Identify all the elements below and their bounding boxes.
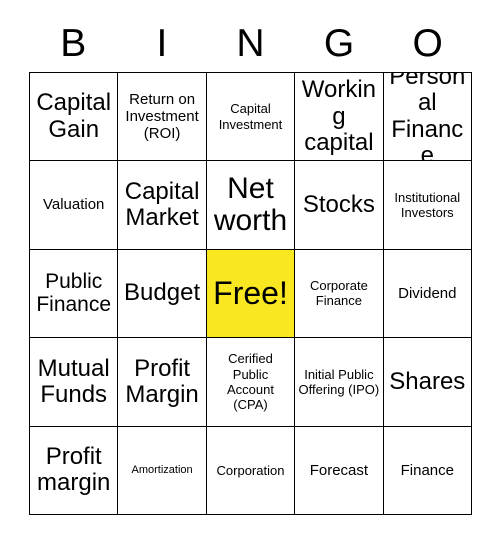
bingo-cell[interactable]: Capital Market — [118, 161, 207, 250]
bingo-cell-label: Stocks — [302, 190, 375, 218]
bingo-header-letter-b: B — [60, 21, 87, 65]
bingo-cell-label: Budget — [124, 279, 201, 307]
bingo-cell[interactable]: Finance — [383, 426, 472, 515]
bingo-cell-label: Working capital — [301, 76, 377, 156]
bingo-card: B I N G O Capital Gain Return on Investme… — [0, 0, 500, 544]
bingo-cell-label: Finance — [400, 461, 454, 479]
bingo-cell-label: Return on Investment (ROI) — [125, 90, 199, 143]
bingo-cell[interactable]: Profit margin — [30, 426, 119, 515]
bingo-header: B I N G O — [29, 14, 472, 72]
bingo-cell[interactable]: Public Finance — [30, 249, 119, 339]
bingo-cell-label: Shares — [389, 367, 466, 395]
bingo-cell[interactable]: Return on Investment (ROI) — [118, 73, 207, 162]
bingo-cell-label: Dividend — [398, 284, 457, 302]
bingo-cell-label: Free! — [213, 275, 288, 312]
bingo-cell[interactable]: Profit Margin — [118, 338, 207, 427]
bingo-cell-label: Profit Margin — [125, 354, 199, 408]
bingo-cell[interactable]: Mutual Funds — [30, 338, 119, 427]
bingo-cell-label: Public Finance — [36, 269, 112, 317]
bingo-cell-label: Corporation — [216, 462, 285, 478]
bingo-cell[interactable]: Stocks — [295, 161, 384, 250]
bingo-header-letter-g: G — [323, 21, 355, 65]
bingo-cell[interactable]: Personal Finance — [383, 73, 472, 162]
bingo-cell[interactable]: Budget — [118, 249, 207, 339]
bingo-cell-label: Capital Market — [124, 177, 200, 232]
bingo-cell[interactable]: Working capital — [295, 73, 384, 162]
bingo-cell[interactable]: Net worth — [206, 161, 296, 250]
bingo-cell[interactable]: Amortization — [118, 426, 207, 515]
bingo-cell[interactable]: Forecast — [295, 426, 384, 515]
bingo-cell-label: Capital Investment — [218, 101, 283, 132]
bingo-cell[interactable]: Corporate Finance — [295, 249, 384, 339]
bingo-cell[interactable]: Shares — [383, 338, 472, 427]
bingo-cell-free-space[interactable]: Free! — [206, 249, 296, 339]
bingo-cell[interactable]: Capital Investment — [206, 73, 296, 162]
bingo-cell-label: Cerified Public Account (CPA) — [227, 351, 274, 413]
bingo-header-letter-o: O — [412, 21, 443, 65]
bingo-cell[interactable]: Dividend — [383, 249, 472, 339]
bingo-cell-label: Institutional Investors — [394, 189, 461, 221]
bingo-cell[interactable]: Cerified Public Account (CPA) — [206, 338, 296, 427]
bingo-cell[interactable]: Institutional Investors — [383, 161, 472, 250]
bingo-cell-label: Corporate Finance — [309, 278, 368, 309]
bingo-cell[interactable]: Corporation — [206, 426, 296, 515]
bingo-cell-label: Mutual Funds — [37, 354, 110, 408]
bingo-cell-label: Amortization — [131, 463, 193, 476]
bingo-cell-label: Valuation — [42, 196, 105, 214]
bingo-grid: Capital Gain Return on Investment (ROI) Ca… — [29, 72, 472, 515]
bingo-cell-label: Profit margin — [37, 442, 111, 497]
bingo-cell[interactable]: Initial Public Offering (IPO) — [295, 338, 384, 427]
bingo-header-letter-i: I — [156, 21, 168, 65]
bingo-cell-label: Forecast — [309, 461, 369, 479]
bingo-cell-label: Capital Gain — [36, 89, 112, 143]
bingo-cell[interactable]: Capital Gain — [30, 73, 119, 162]
bingo-header-letter-n: N — [236, 21, 265, 65]
bingo-cell[interactable]: Valuation — [30, 161, 119, 250]
bingo-cell-label: Initial Public Offering (IPO) — [298, 366, 380, 397]
bingo-cell-label: Personal Finance — [389, 73, 466, 162]
bingo-cell-label: Net worth — [213, 171, 288, 238]
